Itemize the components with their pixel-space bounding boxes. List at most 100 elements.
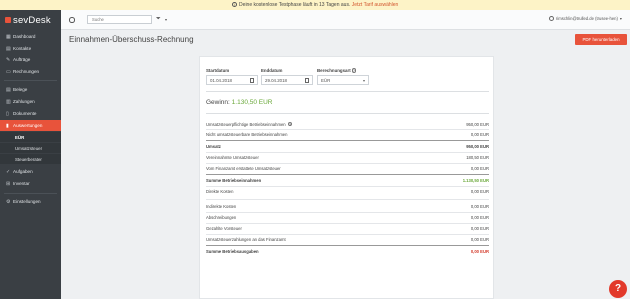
sidebar-item-payments[interactable]: ▥ Zahlungen [0,96,61,107]
tasks-icon: ✓ [6,168,11,175]
start-date-field[interactable]: 01.04.2018 [206,75,258,85]
divider [206,113,489,114]
sidebar-item-invoices[interactable]: ▭ Rechnungen [0,66,61,77]
table-row: Umsatz 950,00 EUR [206,143,489,150]
search-input[interactable] [87,15,152,24]
sidebar-divider [4,193,57,194]
row-label-text: Umsatzsteuerpflichtige Betriebseinnahmen [206,122,286,128]
calculation-type-label: Berechnungsart? [317,68,357,74]
row-label: Abschreibungen [206,215,237,220]
sidebar-item-documents[interactable]: ▯ Dokumente [0,108,61,119]
table-row: Summe Betriebseinnahmen 1.130,50 EUR [206,177,489,184]
row-value: 0,00 EUR [470,237,489,242]
row-label: Direkte Kosten [206,189,234,194]
invoice-icon: ▭ [6,68,11,75]
end-date-field[interactable]: 29.04.2018 [261,75,313,85]
row-label: Umsatzsteuerpflichtige Betriebseinnahmen… [206,121,293,128]
dashboard-icon: ▦ [6,33,11,40]
row-value: 0,00 EUR [470,226,489,231]
sidebar-item-label: Auswertungen [13,123,43,128]
row-label: Indirekte Kosten [206,204,237,209]
sidebar-item-orders[interactable]: ✎ Aufträge [0,54,61,65]
row-value: 0,00 EUR [470,215,489,220]
choose-plan-link[interactable]: Jetzt Tarif auswählen [352,2,399,8]
top-toolbar: ⏷ ▾ rimschlin@trulled.de (trusee-hen) ▾ [61,10,630,30]
sidebar-item-label: Einstellungen [13,199,41,204]
calculation-type-value: EÜR [321,78,331,83]
row-label: Gezahlte Vorsteuer [206,226,242,231]
sidebar-item-reports[interactable]: ▮ Auswertungen [0,120,61,131]
row-value: 950,00 EUR [466,122,489,127]
calculation-type-select[interactable]: EÜR ▾ [317,75,369,85]
table-row: Nicht umsatzsteuerbare Betriebseinnahmen… [206,131,489,138]
row-value: 0,00 EUR [470,249,489,254]
sidebar-item-tasks[interactable]: ✓ Aufgaben [0,166,61,177]
sidebar-item-settings[interactable]: ⚙ Einstellungen [0,196,61,207]
sidebar-divider [4,80,57,81]
user-email: rimschlin@trulled.de (trusee-hen) [555,16,618,21]
table-row: Abschreibungen 0,00 EUR [206,214,489,221]
help-chat-button[interactable]: ? [609,280,627,298]
table-row: Vom Finanzamt erstattete Umsatzsteuer 0,0… [206,165,489,172]
row-label: Summe Betriebseinnahmen [206,178,262,183]
sidebar: sevDesk ▦ Dashboard ▤ Kontakte ✎ Aufträge ▭… [0,10,61,299]
sidebar-subitem-tax-advisor[interactable]: Steuerberater [0,154,61,164]
row-label: Nicht umsatzsteuerbare Betriebseinnahmen [206,132,288,137]
row-divider [206,163,489,164]
filter-icon[interactable]: ⏷ [156,16,161,23]
settings-icon: ⚙ [6,198,11,205]
inventory-icon: ⊞ [6,180,11,187]
user-icon [548,16,554,21]
sidebar-item-inventory[interactable]: ⊞ Inventar [0,178,61,189]
sidebar-item-receipts[interactable]: ▤ Belege [0,84,61,95]
row-divider [206,129,489,130]
calendar-icon[interactable] [304,78,309,83]
sidebar-item-contacts[interactable]: ▤ Kontakte [0,43,61,54]
divider [206,91,489,92]
row-divider [206,140,489,141]
calendar-icon[interactable] [249,78,254,83]
table-row: Indirekte Kosten 0,00 EUR [206,203,489,210]
row-label: Umsatz [206,144,221,149]
info-icon: i [231,2,237,7]
row-divider [206,223,489,224]
contacts-icon: ▤ [6,45,11,52]
row-divider [206,245,489,246]
row-value: 1.130,50 EUR [462,178,489,183]
sidebar-item-dashboard[interactable]: ▦ Dashboard [0,31,61,42]
start-date-value: 01.04.2018 [210,78,232,83]
table-row: Vereinnahmte Umsatzsteuer 180,50 EUR [206,154,489,161]
sidebar-item-label: Belege [13,87,28,92]
trial-banner-text: Deine kostenlose Testphase läuft in 13 T… [239,2,351,8]
row-label: Vereinnahmte Umsatzsteuer [206,155,259,160]
sidebar-subitem-eur[interactable]: EÜR [0,132,61,142]
row-divider [206,212,489,213]
pdf-download-button[interactable]: PDF herunterladen [575,34,627,45]
sidebar-item-label: Dashboard [13,34,36,39]
orders-icon: ✎ [6,56,11,63]
row-label: Umsatzsteuerzahlungen an das Finanzamt [206,237,286,242]
help-icon[interactable]: ? [287,121,293,127]
help-icon[interactable]: ? [351,68,357,73]
user-menu[interactable]: rimschlin@trulled.de (trusee-hen) ▾ [548,16,622,21]
row-label: Vom Finanzamt erstattete Umsatzsteuer [206,166,281,171]
sidebar-subitem-vat[interactable]: Umsatzsteuer [0,143,61,153]
profit-value: 1.130,50 EUR [231,99,273,106]
chevron-down-icon[interactable]: ▾ [165,17,167,22]
table-row: Umsatzsteuerpflichtige Betriebseinnahmen… [206,121,489,128]
sidebar-item-label: Inventar [13,181,30,186]
row-value: 0,00 EUR [470,204,489,209]
sidebar-item-label: Aufgaben [13,169,33,174]
calculation-type-label-text: Berechnungsart [317,68,351,74]
clock-icon[interactable] [69,17,75,23]
reports-icon: ▮ [6,122,9,129]
logo[interactable]: sevDesk [0,10,61,30]
row-divider [206,234,489,235]
row-divider [206,152,489,153]
page-title: Einnahmen-Überschuss-Rechnung [69,35,194,44]
row-value: 950,00 EUR [466,144,489,149]
table-row: Umsatzsteuerzahlungen an das Finanzamt 0,… [206,236,489,243]
row-divider [206,199,489,200]
table-row: Direkte Kosten 0,00 EUR [206,188,489,195]
chevron-down-icon: ▾ [362,78,365,83]
